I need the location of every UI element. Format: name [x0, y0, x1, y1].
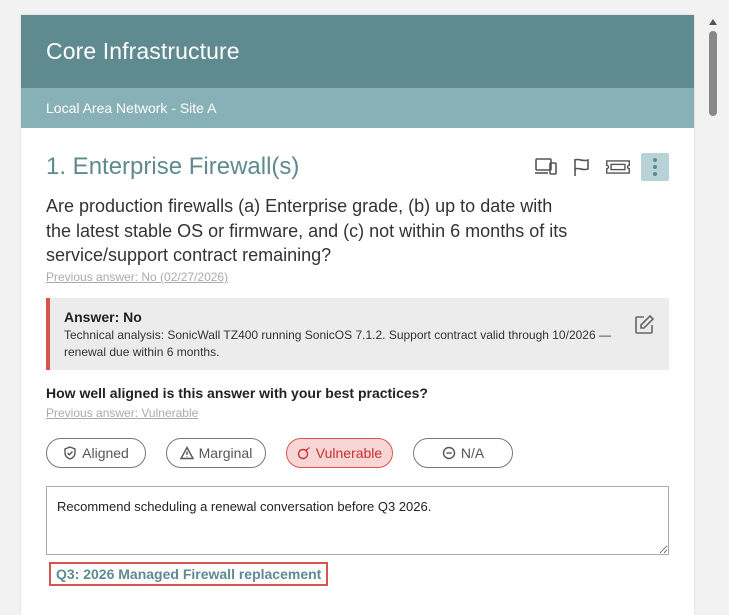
vulnerable-label: Vulnerable [315, 445, 383, 461]
notes-textarea[interactable]: Recommend scheduling a renewal conversat… [46, 486, 669, 555]
bomb-icon [297, 447, 310, 460]
alignment-options: Aligned Marginal Vulnerable N/A [46, 438, 513, 468]
subsection-header: Local Area Network - Site A [21, 88, 694, 128]
shield-check-icon [64, 446, 76, 460]
previous-answer-link[interactable]: Previous answer: No (02/27/2026) [46, 270, 228, 284]
question-title: 1. Enterprise Firewall(s) [46, 153, 300, 180]
warning-icon [179, 446, 194, 460]
aligned-label: Aligned [82, 445, 129, 461]
previous-alignment-link[interactable]: Previous answer: Vulnerable [46, 406, 198, 420]
scroll-up-icon[interactable] [709, 19, 717, 25]
section-title: Core Infrastructure [46, 38, 240, 64]
ticket-icon[interactable] [605, 154, 631, 180]
flag-icon[interactable] [569, 154, 595, 180]
na-label: N/A [460, 445, 485, 461]
question-text: Are production firewalls (a) Enterprise … [46, 196, 568, 265]
roadmap-link[interactable]: Q3: 2026 Managed Firewall replacement [49, 562, 329, 586]
answer-box: Answer: No Technical analysis: SonicWall… [46, 298, 669, 370]
alignment-question: How well aligned is this answer with you… [46, 385, 428, 401]
minus-circle-icon [442, 446, 456, 460]
na-button[interactable]: N/A [413, 438, 513, 468]
scrollbar-thumb[interactable] [709, 31, 717, 116]
vulnerable-button[interactable]: Vulnerable [286, 438, 393, 468]
answer-analysis: Technical analysis: SonicWall TZ400 runn… [64, 328, 611, 359]
answer-label: Answer: No [64, 309, 142, 325]
edit-icon[interactable] [633, 314, 655, 341]
marginal-label: Marginal [198, 445, 253, 461]
question-toolbar [533, 153, 669, 181]
more-vertical-icon[interactable] [641, 153, 669, 181]
marginal-button[interactable]: Marginal [166, 438, 266, 468]
assessment-card: Core Infrastructure Local Area Network -… [21, 15, 694, 615]
devices-icon[interactable] [533, 154, 559, 180]
section-header: Core Infrastructure [21, 15, 694, 88]
aligned-button[interactable]: Aligned [46, 438, 146, 468]
subsection-title: Local Area Network - Site A [46, 100, 217, 116]
vertical-scrollbar[interactable] [707, 16, 719, 607]
